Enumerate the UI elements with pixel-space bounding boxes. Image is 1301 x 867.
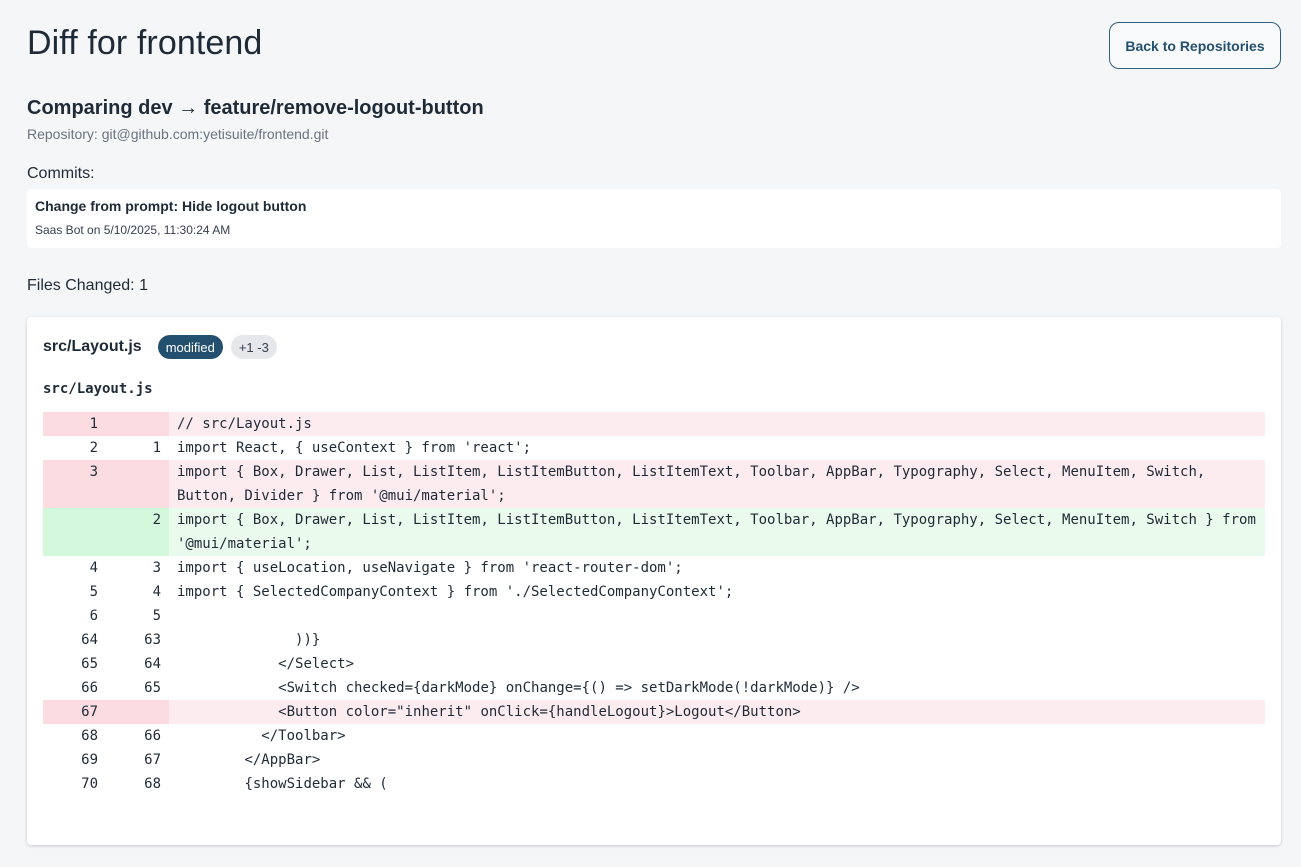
diff-line-context: 68 66 </Toolbar> [43, 724, 1265, 748]
files-changed-count: Files Changed: 1 [27, 277, 148, 294]
new-line-number: 1 [152, 440, 161, 456]
new-line-number: 4 [152, 584, 161, 600]
diff-line-context: 65 [43, 604, 1265, 628]
old-line-number: 70 [81, 776, 98, 792]
diff-line-deleted: 67 <Button color="inherit" onClick={hand… [43, 700, 1265, 724]
file-name: src/Layout.js [43, 338, 142, 355]
old-line-number: 3 [43, 460, 106, 508]
diff-line-context: 4 3 import { useLocation, useNavigate } fr… [43, 556, 1265, 580]
old-line-number: 64 [81, 632, 98, 648]
diff-line-context: 2 1 import React, { useContext } from 'rea… [43, 436, 1265, 460]
code-line: <Switch checked={darkMode} onChange={() … [177, 680, 860, 696]
diff-line-added: 2 import { Box, Drawer, List, ListItem, L… [43, 508, 1265, 556]
page-title: Diff for frontend [27, 24, 263, 62]
commit-meta: Saas Bot on 5/10/2025, 11:30:24 AM [35, 223, 231, 237]
new-line-number: 66 [144, 728, 161, 744]
diff-line-context: 66 65 <Switch checked={darkMode} onChange… [43, 676, 1265, 700]
new-line-number: 67 [144, 752, 161, 768]
code-line: import { Box, Drawer, List, ListItem, Li… [169, 508, 1265, 556]
new-line-number: 5 [152, 608, 161, 624]
new-line-number: 63 [144, 632, 161, 648]
diff-line-deleted: 1 // src/Layout.js [43, 412, 1265, 436]
diff-line-context: 69 67 </AppBar> [43, 748, 1265, 772]
code-line: </AppBar> [177, 752, 321, 768]
back-to-repositories-button[interactable]: Back to Repositories [1109, 22, 1281, 69]
new-line-number: 64 [144, 656, 161, 672]
old-line-number: 65 [81, 656, 98, 672]
diff-line-context: 65 64 </Select> [43, 652, 1265, 676]
commit-message: Change from prompt: Hide logout button [35, 198, 307, 214]
repository-url: Repository: git@github.com:yetisuite/fro… [27, 126, 329, 142]
new-line-number: 2 [106, 508, 169, 556]
old-line-number: 69 [81, 752, 98, 768]
code-line: </Select> [177, 656, 355, 672]
code-line: import React, { useContext } from 'react… [177, 440, 532, 456]
old-line-number: 66 [81, 680, 98, 696]
diff-line-context: 70 68 {showSidebar && ( [43, 772, 1265, 796]
diff-file-title: src/Layout.js [43, 381, 153, 397]
code-line: ))} [177, 632, 321, 648]
code-line: <Button color="inherit" onClick={handleL… [169, 700, 1265, 724]
file-header: src/Layout.js modified +1 -3 [43, 335, 277, 359]
new-line-number [106, 412, 169, 436]
new-line-number: 65 [144, 680, 161, 696]
new-line-number: 3 [152, 560, 161, 576]
new-line-number: 68 [144, 776, 161, 792]
new-line-number [106, 700, 169, 724]
diff-table: 1 // src/Layout.js 2 1 import React, { useCo… [43, 412, 1265, 796]
old-line-number: 68 [81, 728, 98, 744]
commit-card: Change from prompt: Hide logout button S… [27, 189, 1281, 248]
comparison-title: Comparing dev → feature/remove-logout-bu… [27, 97, 484, 119]
code-line: import { SelectedCompanyContext } from '… [177, 584, 734, 600]
code-line: {showSidebar && ( [177, 776, 388, 792]
old-line-number [43, 508, 106, 556]
file-diff-card: src/Layout.js modified +1 -3 src/Layout.… [27, 317, 1281, 845]
old-line-number: 6 [89, 608, 98, 624]
old-line-number: 67 [43, 700, 106, 724]
old-line-number: 1 [43, 412, 106, 436]
code-line: import { Box, Drawer, List, ListItem, Li… [169, 460, 1265, 508]
code-line: import { useLocation, useNavigate } from… [177, 560, 683, 576]
diff-line-context: 64 63 ))} [43, 628, 1265, 652]
old-line-number: 4 [89, 560, 98, 576]
old-line-number: 5 [89, 584, 98, 600]
code-line: </Toolbar> [177, 728, 346, 744]
file-stats-badge: +1 -3 [230, 335, 277, 359]
commits-label: Commits: [27, 165, 95, 182]
diff-line-deleted: 3 import { Box, Drawer, List, ListItem, L… [43, 460, 1265, 508]
new-line-number [106, 460, 169, 508]
diff-line-context: 5 4 import { SelectedCompanyContext } from… [43, 580, 1265, 604]
file-status-badge: modified [157, 335, 223, 359]
code-line: // src/Layout.js [169, 412, 1265, 436]
old-line-number: 2 [89, 440, 98, 456]
